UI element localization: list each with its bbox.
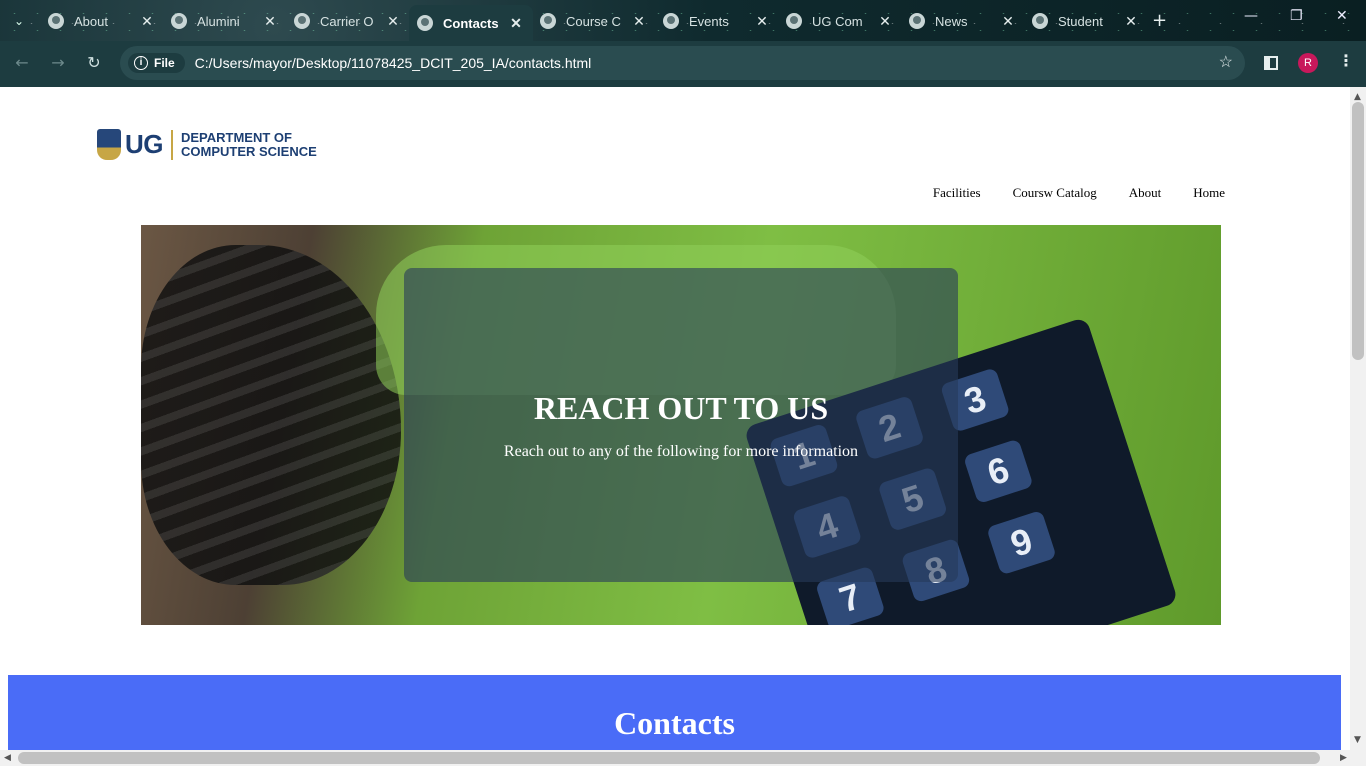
horizontal-scroll-thumb[interactable] — [18, 752, 1320, 764]
contacts-heading: Contacts — [614, 705, 735, 741]
globe-icon — [786, 13, 802, 29]
logo-dept-line1: DEPARTMENT OF — [181, 129, 292, 145]
site-info-label: File — [154, 56, 175, 70]
contacts-section: Contacts — [8, 675, 1341, 750]
browser-tab[interactable]: UG Com ✕ — [778, 6, 902, 36]
browser-tab[interactable]: About ✕ — [40, 6, 164, 36]
close-tab-icon[interactable]: ✕ — [138, 13, 156, 30]
close-tab-icon[interactable]: ✕ — [876, 13, 894, 30]
nav-home[interactable]: Home — [1193, 185, 1225, 201]
scroll-up-icon[interactable]: ▲ — [1354, 92, 1361, 102]
nav-about[interactable]: About — [1129, 185, 1162, 201]
close-tab-icon[interactable]: ✕ — [753, 13, 771, 30]
nav-facilities[interactable]: Facilities — [933, 185, 981, 201]
forward-icon[interactable]: → — [46, 53, 70, 75]
tab-title: Student — [1058, 13, 1103, 29]
site-info-chip[interactable]: i File — [128, 53, 185, 73]
hero-subtitle: Reach out to any of the following for mo… — [503, 443, 859, 460]
globe-icon — [294, 13, 310, 29]
close-tab-icon[interactable]: ✕ — [261, 13, 279, 30]
browser-tab[interactable]: News ✕ — [901, 6, 1025, 36]
profile-avatar[interactable]: R — [1298, 53, 1318, 73]
scroll-down-icon[interactable]: ▼ — [1354, 735, 1361, 745]
address-bar[interactable]: i File C:/Users/mayor/Desktop/11078425_D… — [120, 46, 1245, 80]
key-9: 9 — [986, 509, 1057, 576]
phone-cord-image — [141, 245, 401, 585]
logo-ug-text: UG — [125, 129, 164, 159]
crest-icon — [97, 129, 121, 160]
tab-title: Carrier O — [320, 13, 374, 29]
back-icon[interactable]: ← — [10, 53, 34, 75]
vertical-scroll-thumb[interactable] — [1352, 102, 1364, 360]
browser-tab[interactable]: Alumini ✕ — [163, 6, 287, 36]
close-tab-icon[interactable]: ✕ — [384, 13, 402, 30]
globe-icon — [48, 13, 64, 29]
hero-overlay: REACH OUT TO US Reach out to any of the … — [404, 268, 958, 582]
close-window-icon[interactable]: ✕ — [1336, 8, 1348, 24]
browser-toolbar: ← → ↻ i File C:/Users/mayor/Desktop/1107… — [0, 41, 1366, 87]
globe-icon — [171, 13, 187, 29]
restore-icon[interactable]: ❐ — [1290, 8, 1303, 24]
ug-logo[interactable]: UG DEPARTMENT OF COMPUTER SCIENCE — [97, 129, 317, 160]
globe-icon — [540, 13, 556, 29]
new-tab-button[interactable]: + — [1152, 10, 1170, 31]
logo-dept-text: DEPARTMENT OF COMPUTER SCIENCE — [181, 129, 317, 159]
key-6: 6 — [963, 438, 1034, 505]
tab-title: News — [935, 13, 968, 29]
browser-tab[interactable]: Carrier O ✕ — [286, 6, 410, 36]
globe-icon — [909, 13, 925, 29]
reload-icon[interactable]: ↻ — [82, 53, 106, 75]
tab-title: Alumini — [197, 13, 240, 29]
main-nav: Facilities Coursw Catalog About Home — [933, 185, 1225, 201]
nav-course-catalog[interactable]: Coursw Catalog — [1013, 185, 1097, 201]
tab-bar: ⌄ About ✕ Alumini ✕ Carrier O ✕ Contacts ✕ Cours… — [0, 0, 1366, 41]
globe-icon — [1032, 13, 1048, 29]
browser-tab[interactable]: Student ✕ — [1024, 6, 1148, 36]
minimize-icon[interactable]: — — [1244, 8, 1258, 24]
tab-title: About — [74, 13, 108, 29]
tab-title: UG Com — [812, 13, 863, 29]
menu-icon[interactable]: ⋮ — [1338, 51, 1354, 70]
browser-tab[interactable]: Course C ✕ — [532, 6, 656, 36]
side-panel-icon[interactable] — [1264, 56, 1278, 70]
hero-title: REACH OUT TO US — [533, 390, 829, 426]
tab-title: Contacts — [443, 15, 499, 31]
tab-title: Events — [689, 13, 729, 29]
tab-list-icon[interactable]: ⌄ — [8, 10, 30, 32]
hero-banner: 1 2 3 4 5 6 7 8 9 REACH OUT TO US Reach … — [141, 225, 1221, 625]
close-tab-icon[interactable]: ✕ — [1122, 13, 1140, 30]
scroll-right-icon[interactable]: ▶ — [1340, 753, 1347, 763]
browser-chrome: ⌄ About ✕ Alumini ✕ Carrier O ✕ Contacts ✕ Cours… — [0, 0, 1366, 87]
close-tab-icon[interactable]: ✕ — [999, 13, 1017, 30]
info-icon: i — [134, 56, 148, 70]
web-page: UG DEPARTMENT OF COMPUTER SCIENCE Facili… — [0, 87, 1350, 750]
browser-tab[interactable]: Contacts ✕ — [409, 5, 533, 41]
close-tab-icon[interactable]: ✕ — [630, 13, 648, 30]
star-icon[interactable]: ☆ — [1219, 52, 1233, 72]
tab-title: Course C — [566, 13, 621, 29]
logo-dept-line2: COMPUTER SCIENCE — [181, 143, 317, 159]
url-text[interactable]: C:/Users/mayor/Desktop/11078425_DCIT_205… — [195, 55, 592, 71]
globe-icon — [417, 15, 433, 31]
close-tab-icon[interactable]: ✕ — [507, 15, 525, 32]
browser-tab[interactable]: Events ✕ — [655, 6, 779, 36]
scroll-left-icon[interactable]: ◀ — [4, 753, 11, 763]
globe-icon — [663, 13, 679, 29]
logo-divider — [171, 129, 173, 160]
